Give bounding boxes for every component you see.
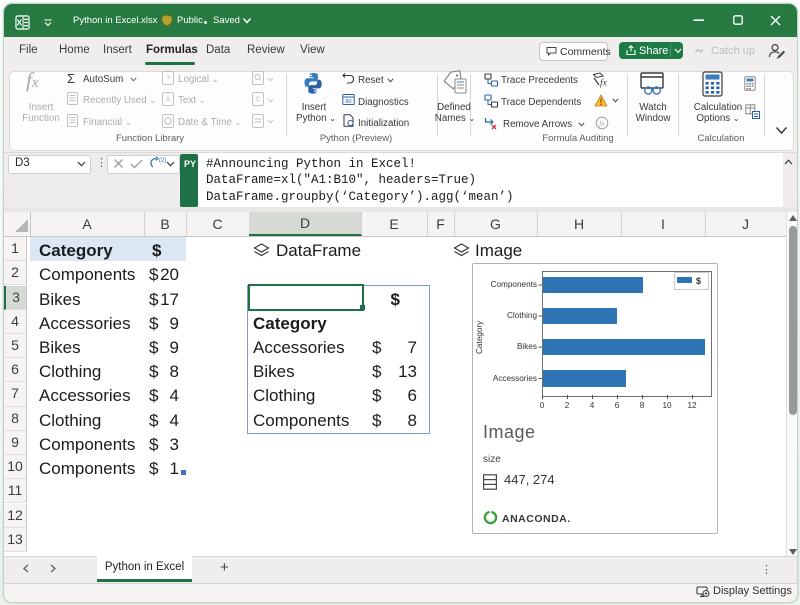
svg-text:A: A — [166, 97, 171, 104]
svg-text:X: X — [17, 17, 23, 27]
svg-text:fx: fx — [600, 78, 608, 89]
svg-text:60: 60 — [345, 99, 351, 105]
svg-text:fx: fx — [599, 119, 605, 128]
svg-text:?: ? — [166, 76, 170, 83]
svg-text:C: C — [255, 97, 260, 104]
